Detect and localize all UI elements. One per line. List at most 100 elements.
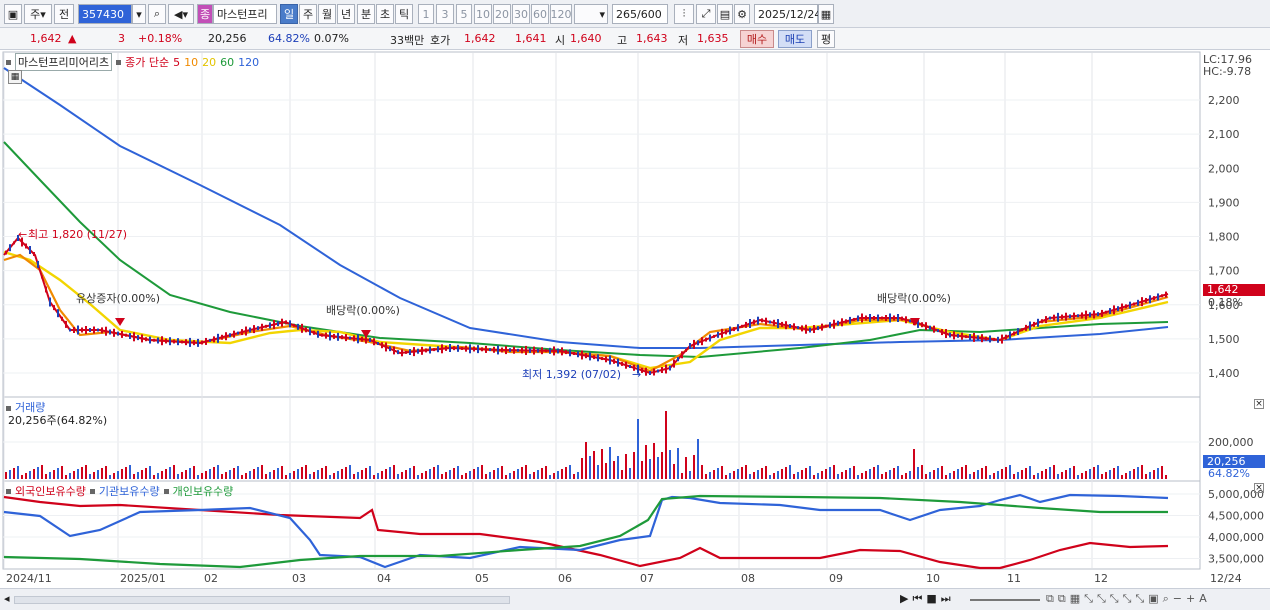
trend-icon[interactable]: ⤡ [1123,592,1132,606]
candle [241,329,243,336]
count-field[interactable]: 265/600 [612,4,668,24]
interval-5-label: 5 [460,7,468,21]
tab-week[interactable]: 주 [299,4,317,24]
stock-name-field[interactable]: 마스턴프리 [213,4,277,24]
custom-interval-select[interactable]: ▾ [574,4,608,24]
fast-forward-icon[interactable]: ⏭ [941,592,951,606]
ma-5-label: 5 [173,55,181,69]
bottom-scrollbar[interactable]: ◂ ▶ ⏮ ■ ⏭ ⧉ ⧉ ▦ ⤡ ⤡ ⤡ ⤡ ⤡ ▣ ⌕ − + A [0,588,1270,610]
candle [45,286,47,293]
candle-icon[interactable]: ⫶ [674,4,694,24]
code-dropdown-icon[interactable]: ▾ [132,4,146,24]
sell-button-label: 매도 [784,33,806,46]
table-view-icon[interactable]: ▦ [8,70,22,84]
chart-canvas[interactable]: 2,2002,1002,0001,9001,8001,7001,6001,500… [0,50,1270,588]
trend-icon[interactable]: ⤡ [1084,592,1093,606]
volume-bar [1033,475,1035,479]
volume-bar [241,475,243,479]
hc-label: HC:-9.78 [1203,65,1252,78]
volume-bar [901,475,903,479]
candle [25,243,27,249]
zoom-icon[interactable]: ⌕ [1163,592,1169,606]
volume-bar [149,466,151,479]
group-icon[interactable]: ⧉ [1046,592,1054,606]
candle [217,333,219,343]
scroll-track[interactable] [14,596,510,604]
camera-icon[interactable]: ▣ [1148,592,1158,606]
volume-bar [657,457,659,479]
volume-bar [921,465,923,479]
tab-year[interactable]: 년 [337,4,355,24]
candle [545,349,547,353]
price-legend: 마스턴프리미어리츠 종가 단순 5 10 20 60 120 [6,53,259,71]
candle [873,316,875,320]
play-icon[interactable]: ▶ [900,592,908,606]
scroll-left-icon[interactable]: ◂ [4,592,10,605]
volume-bar [733,471,735,479]
tab-second[interactable]: 초 [376,4,394,24]
gear-icon[interactable]: ⚙ [734,4,750,24]
candle [265,324,267,328]
average-button[interactable]: 평 [817,30,835,48]
stock-title[interactable]: 마스턴프리미어리츠 [15,53,113,71]
volume-bar [669,450,671,479]
candle [797,326,799,330]
candle [1105,310,1107,314]
stock-code-input[interactable]: 357430 [78,4,132,24]
speaker-icon[interactable]: ◀▾ [168,4,194,24]
volume-bar [641,461,643,479]
draw-tool-icon[interactable]: ⤢ [696,4,716,24]
stop-icon[interactable]: ■ [926,592,936,606]
candle [777,319,779,329]
copy-icon[interactable]: ⧉ [1058,592,1066,606]
trend-icon[interactable]: ⤡ [1097,592,1106,606]
candle [793,323,795,331]
candle [789,324,791,328]
period-select[interactable]: 주 ▾ [24,4,52,24]
search-icon[interactable]: ⌕ [148,4,166,24]
prev-button[interactable]: 전 [54,4,74,24]
candle [1125,304,1127,309]
trend-icon[interactable]: ⤡ [1110,592,1119,606]
tab-month[interactable]: 월 [318,4,336,24]
font-size-icon[interactable]: A [1199,592,1207,606]
close-icon[interactable]: × [1254,483,1264,493]
volume-bar [65,475,67,479]
plus-icon[interactable]: + [1186,592,1195,606]
zoom-slider[interactable] [970,599,1040,601]
window-icon[interactable]: ▣ [4,4,22,24]
interval-60[interactable]: 60 [531,4,549,24]
trend-icon[interactable]: ⤡ [1135,592,1144,606]
save-icon[interactable]: ▤ [717,4,733,24]
close-icon[interactable]: × [1254,399,1264,409]
interval-1[interactable]: 1 [418,4,434,24]
volume-bar [925,474,927,479]
candle [245,326,247,336]
candle [489,348,491,352]
candle [529,348,531,353]
volume-bar [457,466,459,479]
tab-day[interactable]: 일 [280,4,298,24]
candle [1041,319,1043,324]
tab-tick[interactable]: 틱 [395,4,413,24]
interval-20[interactable]: 20 [493,4,511,24]
interval-120[interactable]: 120 [550,4,572,24]
minus-icon[interactable]: − [1173,592,1182,606]
buy-button[interactable]: 매수 [740,30,774,48]
interval-5[interactable]: 5 [456,4,472,24]
volume-bar [993,473,995,479]
sell-button[interactable]: 매도 [778,30,812,48]
date-field[interactable]: 2025/12/24 [754,4,821,24]
volume-bar [1081,473,1083,479]
tab-minute[interactable]: 분 [357,4,375,24]
grid-icon[interactable]: ▦ [1070,592,1080,606]
volume-bar [433,467,435,479]
candle [521,347,523,354]
candle [461,346,463,350]
interval-3[interactable]: 3 [436,4,454,24]
interval-30[interactable]: 30 [512,4,530,24]
interval-10[interactable]: 10 [474,4,492,24]
rewind-icon[interactable]: ⏮ [912,592,922,606]
volume-bar [1101,474,1103,479]
calendar-icon[interactable]: ▦ [818,4,834,24]
